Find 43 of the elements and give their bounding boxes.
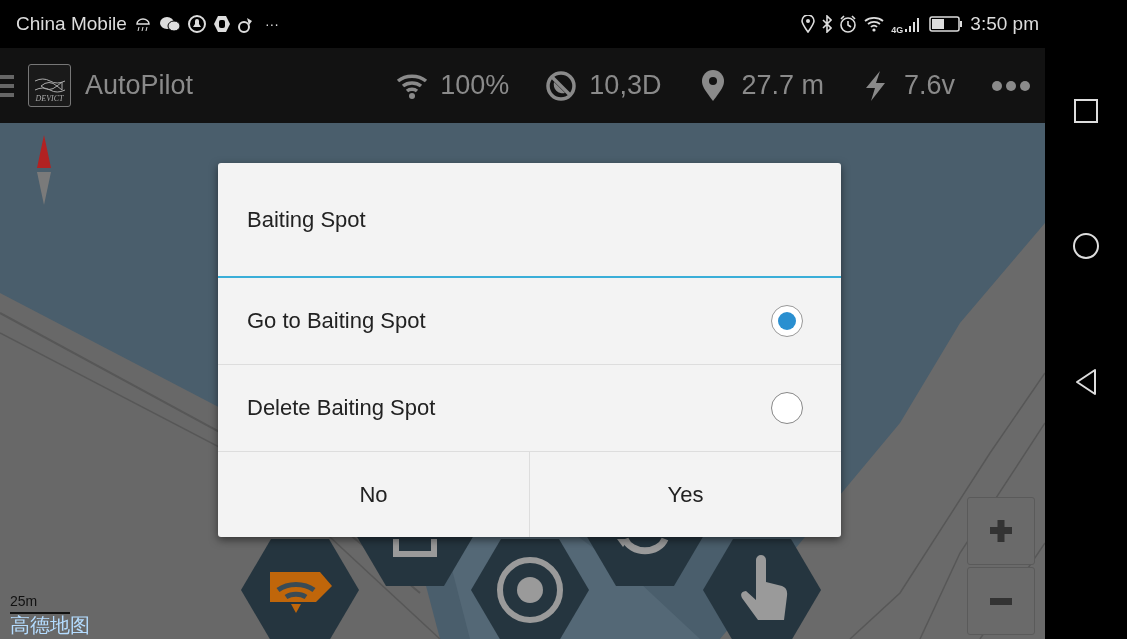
wifi-icon xyxy=(864,16,885,32)
undo-icon xyxy=(617,537,669,555)
location-icon xyxy=(801,15,816,33)
clock-time: 3:50 pm xyxy=(970,13,1039,35)
option-row[interactable]: Go to Baiting Spot xyxy=(218,278,841,365)
chat-icon xyxy=(158,15,181,33)
target-icon xyxy=(497,557,563,623)
more-notifications: ··· xyxy=(264,16,279,32)
app-title: AutoPilot xyxy=(85,70,194,101)
pointing-hand-icon xyxy=(741,555,788,620)
menu-icon[interactable] xyxy=(0,72,14,99)
option-label: Delete Baiting Spot xyxy=(247,395,437,421)
carrier-name: China Mobile xyxy=(16,13,127,35)
network-type: 4G xyxy=(891,25,904,35)
dialog-button[interactable]: No xyxy=(218,452,529,537)
back-button[interactable] xyxy=(1074,368,1098,396)
option-row[interactable]: Delete Baiting Spot xyxy=(218,365,841,452)
status-reading: 7.6v xyxy=(903,70,955,101)
dialog-title: Baiting Spot xyxy=(218,163,841,278)
bluetooth-icon xyxy=(822,15,833,33)
scale-bar xyxy=(10,612,70,614)
more-icon[interactable] xyxy=(991,79,1031,92)
dialog-button[interactable]: Yes xyxy=(529,452,841,537)
wifi-icon xyxy=(270,572,332,613)
fish-icon xyxy=(32,76,67,94)
map-tool-button[interactable] xyxy=(241,539,359,639)
radio-button[interactable] xyxy=(771,305,803,337)
radio-button[interactable] xyxy=(771,392,803,424)
recent-apps-button[interactable] xyxy=(1073,98,1099,124)
alarm-icon xyxy=(839,15,858,33)
map-scale-label: 25m xyxy=(10,593,38,609)
logo-text: DEVICT xyxy=(35,94,64,103)
map-tool-button[interactable] xyxy=(703,539,821,639)
option-label: Go to Baiting Spot xyxy=(247,308,427,334)
status-reading: 27.7 m xyxy=(741,70,824,101)
status-reading: 10,3D xyxy=(589,70,662,101)
map-attribution: 高德地图 xyxy=(10,614,90,636)
compass-icon xyxy=(34,135,54,205)
satellite-off-icon xyxy=(545,69,578,102)
status-reading: 100% xyxy=(440,70,510,101)
battery-icon xyxy=(929,15,964,33)
map-tool-button[interactable] xyxy=(471,539,589,639)
home-button[interactable] xyxy=(1072,232,1100,260)
